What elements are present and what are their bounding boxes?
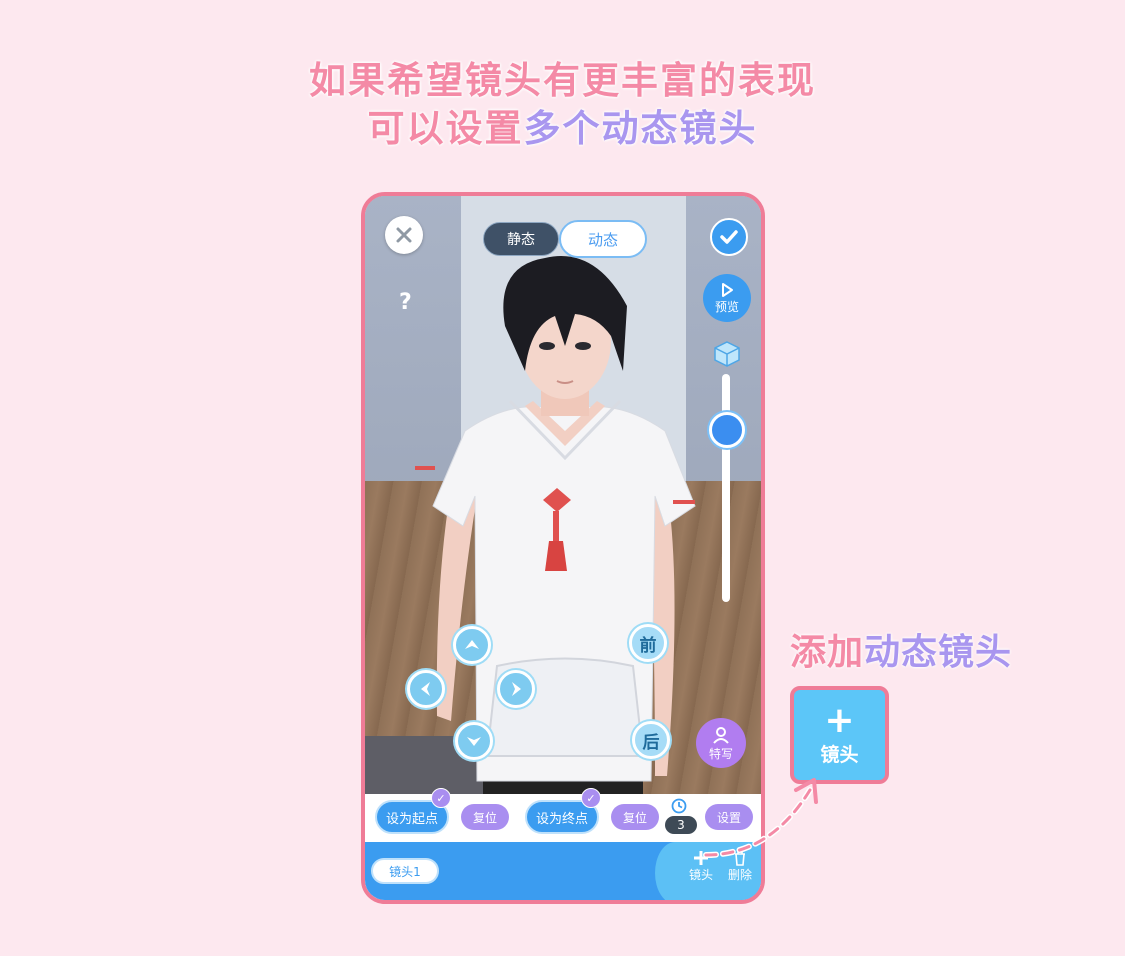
preview-label: 预览 <box>714 299 739 314</box>
arrow-down-icon <box>467 737 481 746</box>
tab-static[interactable]: 静态 <box>483 222 559 256</box>
move-down-button[interactable] <box>455 722 493 760</box>
arrow-right-icon <box>512 682 521 696</box>
closeup-label: 特写 <box>708 746 733 761</box>
check-icon <box>720 230 738 244</box>
dashed-arrow-icon <box>703 778 818 858</box>
move-right-button[interactable] <box>497 670 535 708</box>
reset-start-button[interactable]: 复位 <box>461 804 509 830</box>
move-back-button[interactable]: 后 <box>632 721 670 759</box>
cube-icon <box>714 341 740 367</box>
end-set-check-icon: ✓ <box>581 788 601 808</box>
close-icon <box>396 227 412 243</box>
play-icon <box>722 282 733 297</box>
person-icon <box>713 726 729 744</box>
annotation-prefix: 添加 <box>790 632 865 673</box>
tab-dynamic[interactable]: 动态 <box>559 220 647 258</box>
close-button[interactable] <box>385 216 423 254</box>
mode-toggle: 静态 动态 <box>483 220 651 260</box>
annotation-label: 添加动态镜头 <box>790 623 1012 675</box>
duration-value[interactable]: 3 <box>665 816 697 834</box>
help-button[interactable]: ? <box>399 290 412 315</box>
arrow-left-icon <box>421 682 430 696</box>
confirm-button[interactable] <box>710 218 748 256</box>
clock-icon <box>671 798 687 814</box>
headline-line-2-prefix: 可以设置 <box>367 107 524 150</box>
headline-line-2-accent: 多个动态镜头 <box>523 107 758 150</box>
preview-button[interactable]: 预览 <box>703 274 751 322</box>
headline-line-1: 如果希望镜头有更丰富的表现 <box>309 59 816 102</box>
move-left-button[interactable] <box>407 670 445 708</box>
annotation-accent: 动态镜头 <box>864 632 1013 673</box>
reset-end-button[interactable]: 复位 <box>611 804 659 830</box>
height-slider-track[interactable] <box>722 374 730 602</box>
arrow-up-icon <box>465 640 479 649</box>
plus-icon: + <box>824 699 855 741</box>
start-set-check-icon: ✓ <box>431 788 451 808</box>
headline-line-2: 可以设置多个动态镜头 <box>0 98 1125 152</box>
move-up-button[interactable] <box>453 626 491 664</box>
move-forward-button[interactable]: 前 <box>629 624 667 662</box>
camera-chip[interactable]: 镜头1 <box>371 858 439 884</box>
